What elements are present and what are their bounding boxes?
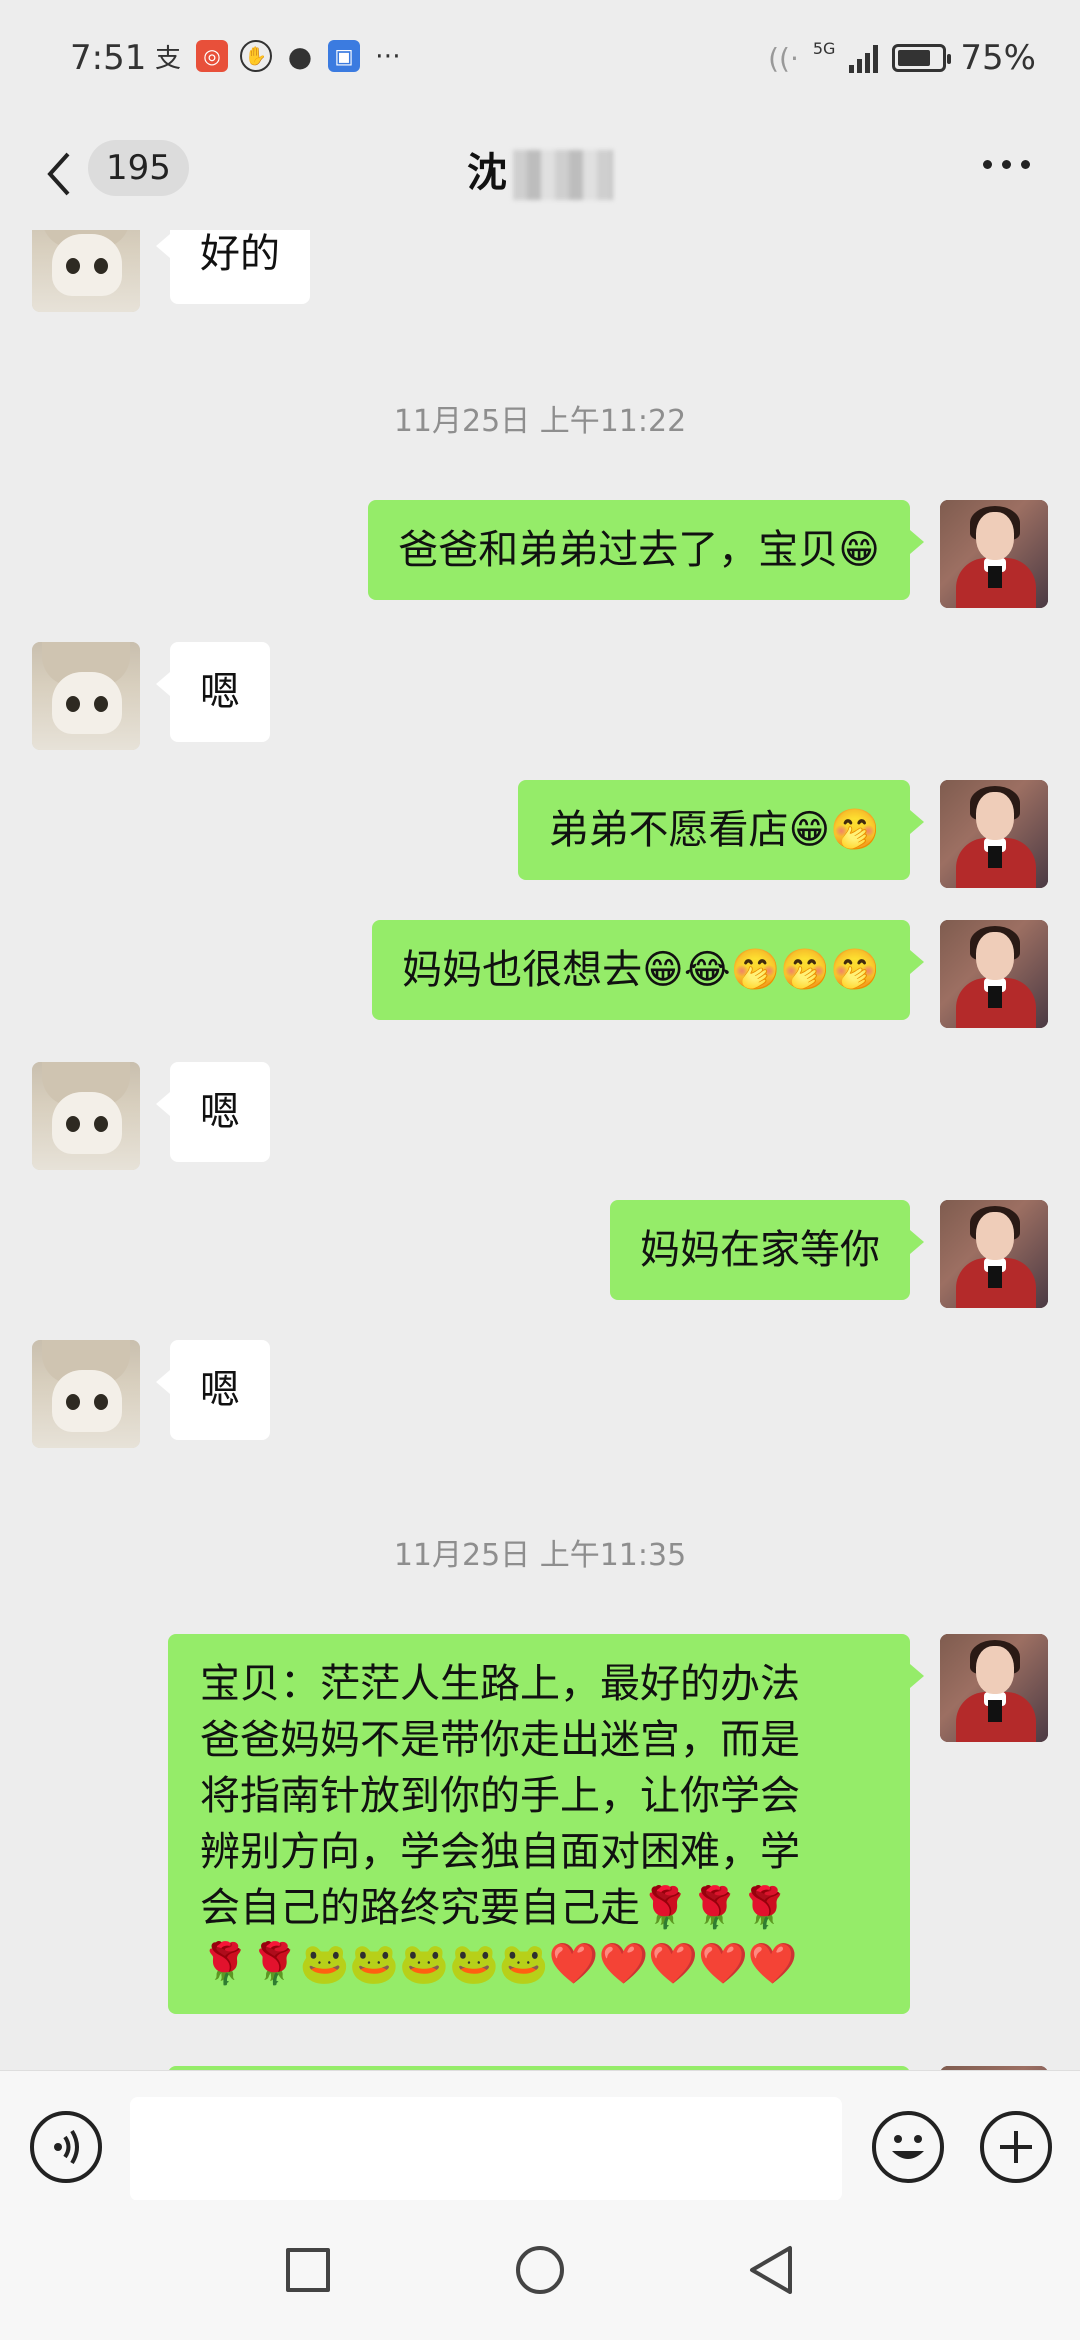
contact-avatar[interactable] [32, 642, 140, 750]
my-avatar[interactable] [940, 500, 1048, 608]
recent-apps-button[interactable] [286, 2248, 330, 2292]
message-bubble[interactable]: 妈妈在家等你 [610, 1200, 924, 1300]
battery-icon [892, 44, 952, 72]
my-avatar[interactable] [940, 920, 1048, 1028]
app-icon: ◎ [196, 40, 228, 72]
battery-percent: 75% [960, 38, 1036, 78]
message-bubble[interactable]: 弟弟不愿看店😁🤭 [518, 780, 924, 880]
signal-icon [849, 43, 879, 73]
status-right: ((· 5G 75% [768, 38, 1036, 78]
message-text-input[interactable] [130, 2097, 842, 2201]
my-avatar[interactable] [940, 1200, 1048, 1308]
voice-icon [54, 2129, 79, 2165]
message-line: 辨别方向，学会独自面对困难，学 [200, 1829, 800, 1875]
blurred-name [513, 150, 613, 200]
contact-avatar[interactable] [32, 230, 140, 312]
my-avatar[interactable] [940, 1634, 1048, 1742]
wifi-icon: ((· [768, 41, 799, 75]
long-message-bubble[interactable]: 宝贝：茫茫人生路上，最好的办法 爸爸妈妈不是带你走出迷宫，而是 将指南针放到你的… [168, 1634, 924, 2014]
message-bubble[interactable]: 嗯 [156, 642, 270, 742]
message-line: 爸爸妈妈不是带你走出迷宫，而是 [200, 1717, 800, 1763]
message-line: 宝贝：茫茫人生路上，最好的办法 [200, 1661, 800, 1707]
chat-header: 195 沈 [0, 120, 1080, 230]
message-line: 会自己的路终究要自己走🌹🌹🌹 [200, 1885, 790, 1931]
chat-area[interactable]: 好的 11月25日 上午11:22 爸爸和弟弟过去了，宝贝😁 嗯 弟弟不愿看店😁… [0, 230, 1080, 2070]
message-timestamp: 11月25日 上午11:35 [393, 1538, 687, 1573]
home-button[interactable] [516, 2246, 564, 2294]
status-time: 7:51 [70, 38, 147, 78]
voice-input-button[interactable] [30, 2111, 102, 2183]
chat-title: 沈 [0, 140, 1080, 200]
notification-icons: 支 ◎ ✋ ● ▣ ⋯ [152, 39, 404, 74]
plus-icon [1000, 2131, 1032, 2163]
message-bubble[interactable]: 嗯 [156, 1340, 270, 1440]
calendar-icon: ▣ [328, 40, 360, 72]
message-bubble[interactable]: 爸爸和弟弟过去了，宝贝😁 [368, 500, 924, 600]
chat-title-text: 沈 [467, 150, 507, 196]
status-bar: 7:51 支 ◎ ✋ ● ▣ ⋯ ((· 5G 75% [0, 0, 1080, 120]
message-input-bar [0, 2070, 1080, 2201]
alipay-icon: 支 [154, 43, 181, 74]
smile-icon [892, 2135, 924, 2159]
back-triangle-icon[interactable] [746, 2244, 796, 2296]
message-bubble[interactable]: 妈妈也很想去😁😂🤭🤭🤭 [372, 920, 924, 1020]
message-line: 🌹🌹🐸🐸🐸🐸🐸❤️❤️❤️❤️❤️ [200, 1941, 798, 1987]
message-line: 将指南针放到你的手上，让你学会 [200, 1773, 800, 1819]
emoji-button[interactable] [872, 2111, 944, 2183]
system-nav-bar [0, 2200, 1080, 2340]
more-actions-button[interactable] [980, 2111, 1052, 2183]
more-options-icon[interactable] [983, 160, 1030, 169]
contact-avatar[interactable] [32, 1340, 140, 1448]
my-avatar[interactable] [940, 780, 1048, 888]
hand-icon: ✋ [240, 40, 272, 72]
more-notifications-icon: ⋯ [375, 41, 401, 71]
contact-avatar[interactable] [32, 1062, 140, 1170]
message-icon: ● [287, 39, 313, 73]
message-bubble[interactable]: 好的 [156, 230, 310, 304]
message-bubble[interactable]: 嗯 [156, 1062, 270, 1162]
network-label: 5G [812, 38, 836, 58]
message-timestamp: 11月25日 上午11:22 [393, 404, 687, 439]
